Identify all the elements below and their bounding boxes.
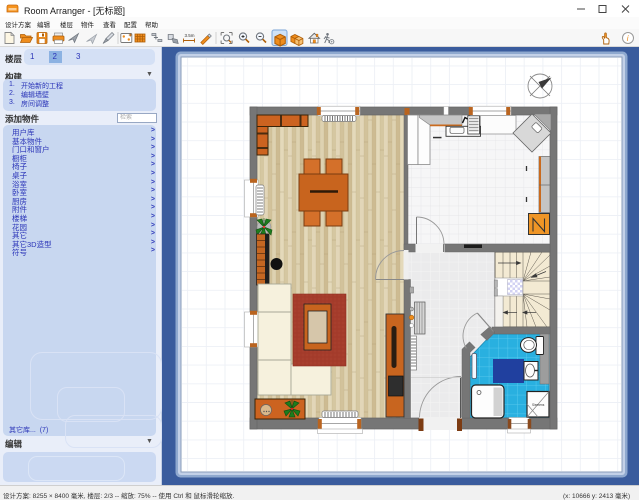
svg-text:Siemens: Siemens [532, 403, 545, 407]
svg-text:i: i [627, 34, 629, 43]
svg-text:3.5m: 3.5m [185, 33, 195, 38]
